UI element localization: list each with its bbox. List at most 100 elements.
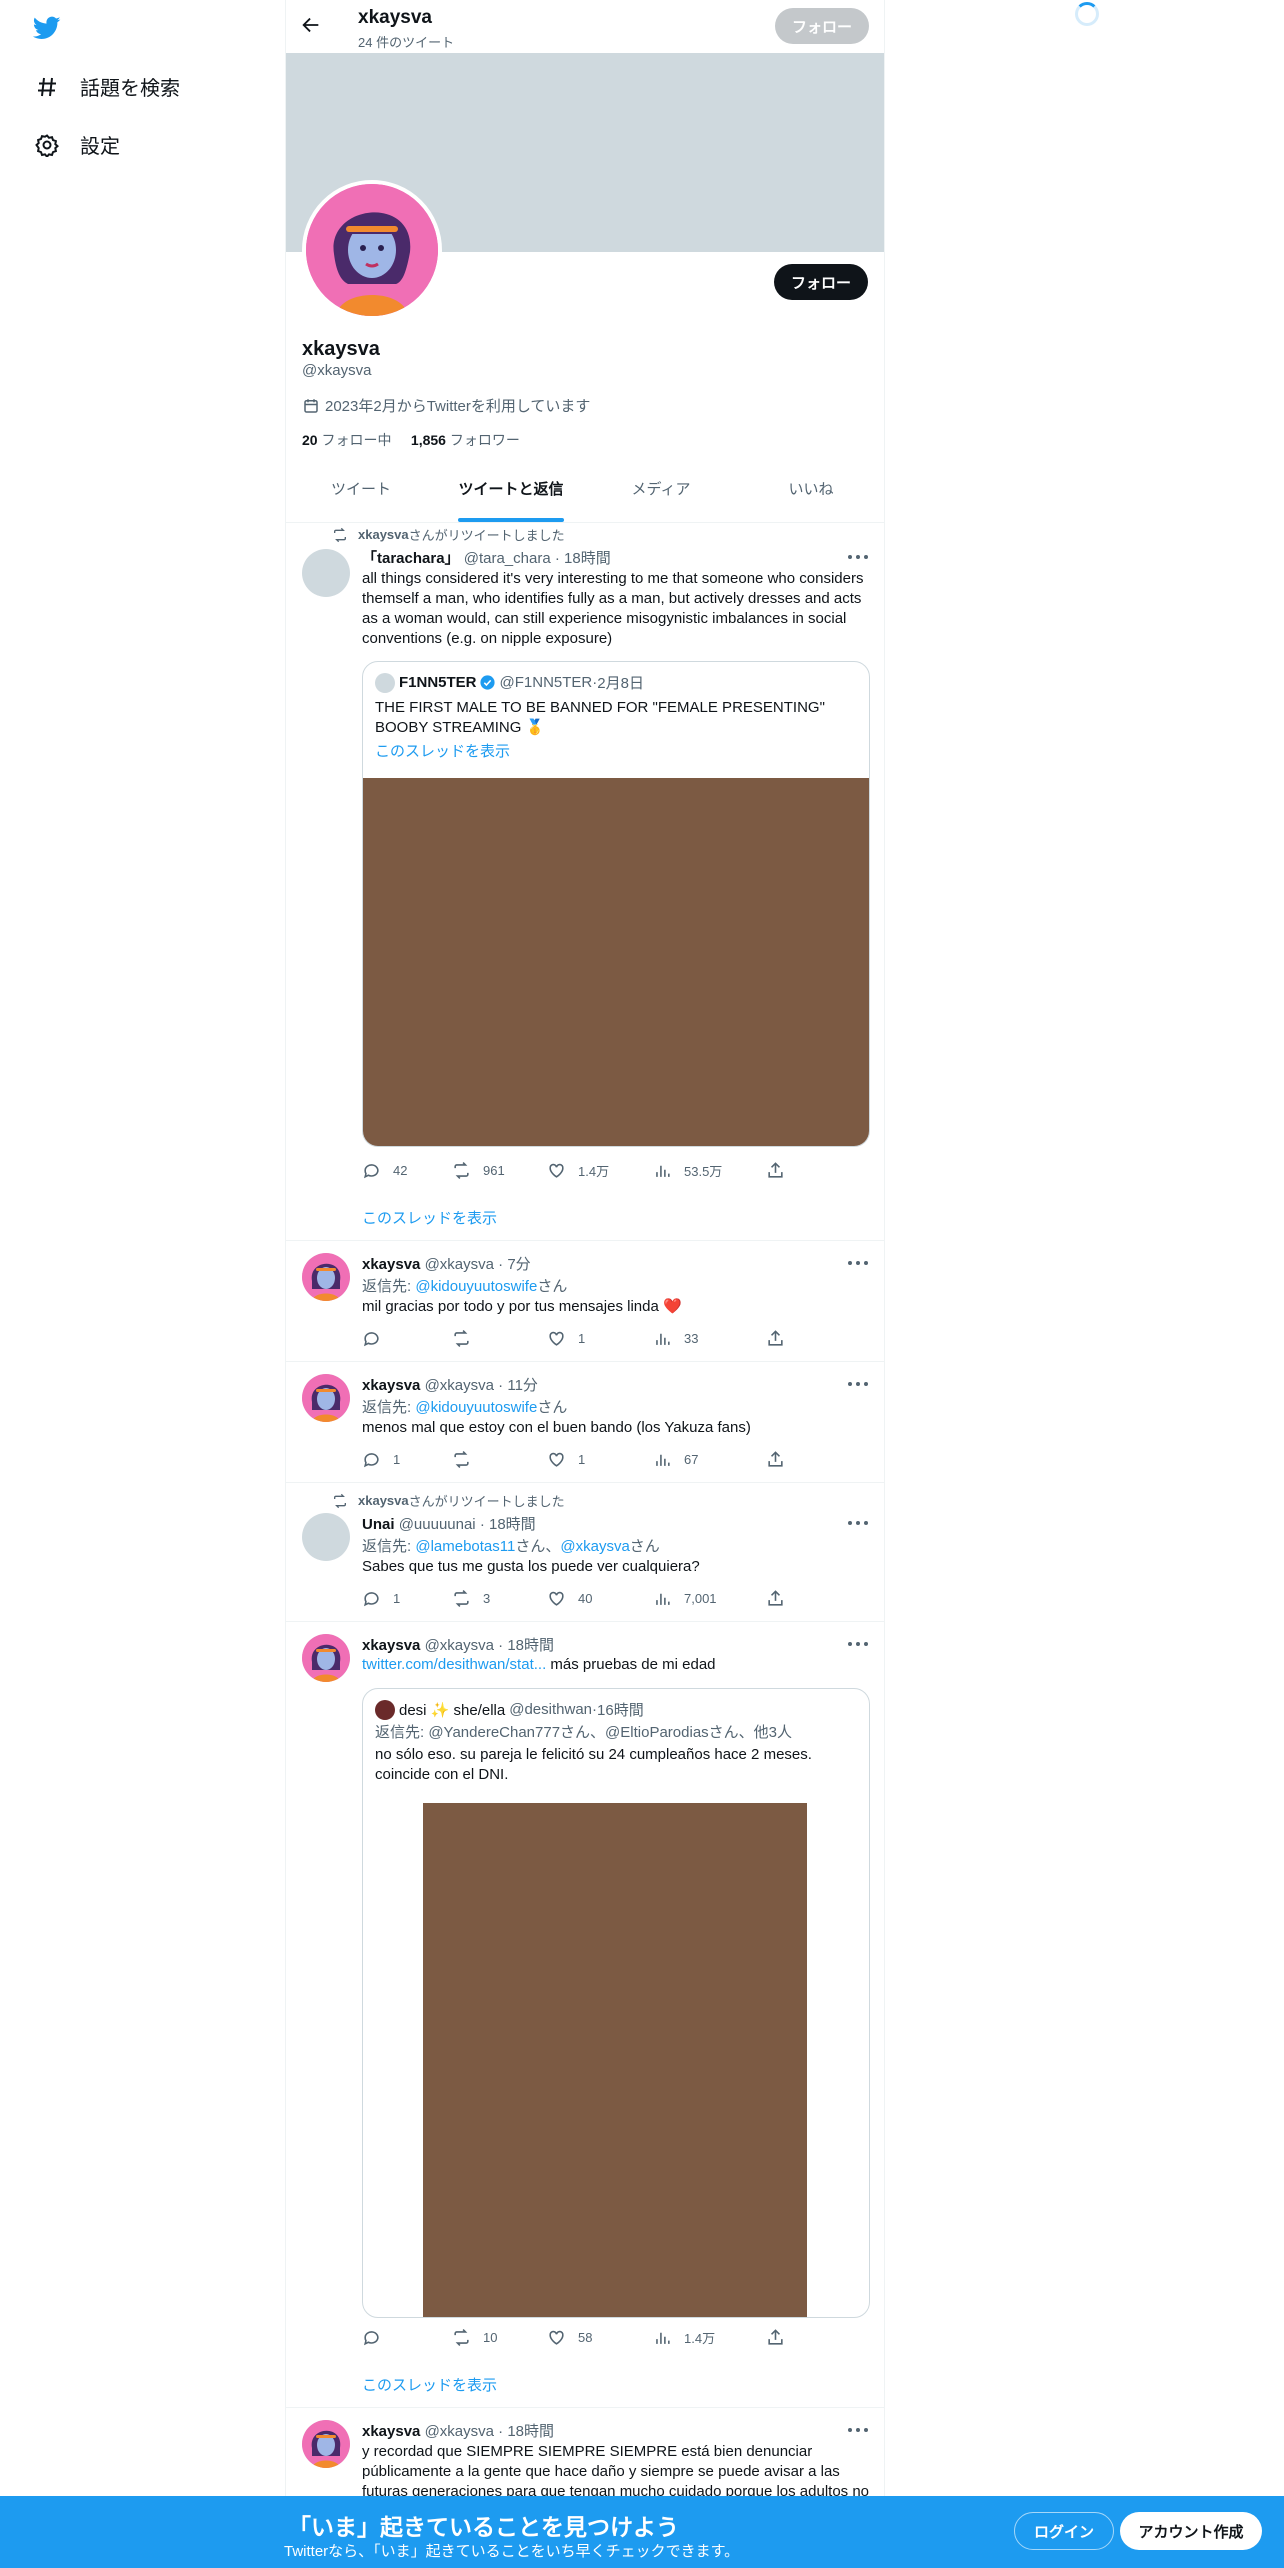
author-name[interactable]: xkaysva bbox=[362, 2423, 420, 2440]
show-thread-link[interactable]: このスレッドを表示 bbox=[362, 1207, 497, 1228]
profile-avatar[interactable] bbox=[302, 180, 442, 320]
reply-context: 返信先: @kidouyuutoswifeさん bbox=[362, 1275, 870, 1296]
tweet[interactable]: xkaysva @xkaysva · 11分 返信先: @kidouyuutos… bbox=[286, 1362, 884, 1483]
author-name[interactable]: xkaysva bbox=[362, 1637, 420, 1654]
tweet-time[interactable]: 18時間 bbox=[489, 1516, 536, 1533]
tweet-time[interactable]: 7分 bbox=[507, 1256, 530, 1273]
tweet[interactable]: xkaysva さんがリツイートしました 「tarachara」 @tara_ch… bbox=[286, 523, 884, 1241]
views-button[interactable]: 7,001 bbox=[653, 1589, 766, 1608]
tweet[interactable]: xkaysva @xkaysva · 18時間 twitter.com/desi… bbox=[286, 1622, 884, 2408]
reply-to-link[interactable]: @kidouyuutoswife bbox=[415, 1399, 537, 1416]
sidebar-item-explore[interactable]: 話題を検索 bbox=[34, 72, 180, 101]
retweet-icon bbox=[454, 1330, 469, 1347]
avatar[interactable] bbox=[302, 1253, 350, 1301]
quoted-tweet[interactable]: desi ✨ she/ella @desithwan · 16時間 返信先: @… bbox=[362, 1688, 870, 2318]
tweet[interactable]: xkaysva さんがリツイートしました Unai @uuuuunai · 18時… bbox=[286, 1483, 884, 1622]
quoted-tweet[interactable]: F1NN5TER @F1NN5TER · 2月8日 THE FIRST MALE… bbox=[362, 661, 870, 1147]
retweet-button[interactable]: 3 bbox=[452, 1589, 547, 1608]
retweet-button[interactable]: 961 bbox=[452, 1161, 547, 1180]
more-icon[interactable] bbox=[848, 2428, 870, 2434]
retweeter-name[interactable]: xkaysva bbox=[358, 527, 409, 542]
author-name[interactable]: 「tarachara」 bbox=[362, 550, 460, 567]
author-handle[interactable]: @xkaysva bbox=[425, 1637, 494, 1654]
tab-tweets[interactable]: ツイート bbox=[286, 470, 436, 522]
avatar[interactable] bbox=[302, 1634, 350, 1682]
like-button[interactable]: 58 bbox=[547, 2328, 653, 2347]
followers-link[interactable]: 1,856 フォロワー bbox=[411, 432, 520, 448]
avatar[interactable] bbox=[302, 2420, 350, 2468]
author-name[interactable]: xkaysva bbox=[362, 1256, 420, 1273]
author-handle[interactable]: @tara_chara bbox=[464, 550, 551, 567]
like-button[interactable]: 40 bbox=[547, 1589, 653, 1608]
author-name[interactable]: Unai bbox=[362, 1516, 395, 1533]
like-count: 58 bbox=[578, 2330, 593, 2345]
header-follow-button[interactable]: フォロー bbox=[775, 8, 869, 44]
share-button[interactable] bbox=[766, 1329, 797, 1348]
retweet-button[interactable] bbox=[452, 1450, 547, 1469]
reply-button[interactable]: 42 bbox=[362, 1161, 452, 1180]
views-button[interactable]: 67 bbox=[653, 1450, 766, 1469]
like-button[interactable]: 1 bbox=[547, 1329, 653, 1348]
share-button[interactable] bbox=[766, 1450, 797, 1469]
author-handle[interactable]: @xkaysva bbox=[425, 1377, 494, 1394]
more-icon[interactable] bbox=[848, 1642, 870, 1648]
reply-button[interactable]: 1 bbox=[362, 1589, 452, 1608]
reply-to-link[interactable]: @lamebotas11 bbox=[415, 1538, 515, 1555]
share-button[interactable] bbox=[766, 2328, 797, 2347]
share-button[interactable] bbox=[766, 1589, 797, 1608]
tweet-actions: 1 3 40 7,001 bbox=[362, 1589, 797, 1608]
views-button[interactable]: 53.5万 bbox=[653, 1161, 766, 1180]
tab-likes[interactable]: いいね bbox=[736, 470, 884, 522]
following-link[interactable]: 20 フォロー中 bbox=[302, 432, 391, 448]
more-icon[interactable] bbox=[848, 1261, 870, 1267]
retweet-icon bbox=[454, 1590, 469, 1607]
views-icon bbox=[656, 1165, 670, 1177]
reply-button[interactable] bbox=[362, 1329, 452, 1348]
login-button[interactable]: ログイン bbox=[1014, 2512, 1114, 2550]
reply-button[interactable]: 1 bbox=[362, 1450, 452, 1469]
profile-follow-button[interactable]: フォロー bbox=[774, 264, 868, 300]
more-icon[interactable] bbox=[848, 1382, 870, 1388]
heart-icon bbox=[549, 1331, 564, 1346]
author-handle[interactable]: @xkaysva bbox=[425, 2423, 494, 2440]
avatar[interactable] bbox=[302, 1513, 350, 1561]
sidebar-item-settings[interactable]: 設定 bbox=[34, 130, 120, 159]
signup-button[interactable]: アカウント作成 bbox=[1120, 2512, 1262, 2550]
reply-count: 1 bbox=[393, 1452, 401, 1467]
retweet-button[interactable] bbox=[452, 1329, 547, 1348]
followers-count: 1,856 bbox=[410, 432, 446, 448]
tab-media[interactable]: メディア bbox=[586, 470, 736, 522]
show-thread-link[interactable]: このスレッドを表示 bbox=[362, 2374, 497, 2395]
share-button[interactable] bbox=[766, 1161, 797, 1180]
more-icon[interactable] bbox=[848, 1521, 870, 1527]
media-image[interactable] bbox=[423, 1803, 807, 2317]
tweet-time[interactable]: 18時間 bbox=[507, 2423, 554, 2440]
author-handle[interactable]: @xkaysva bbox=[425, 1256, 494, 1273]
retweet-button[interactable]: 10 bbox=[452, 2328, 547, 2347]
more-icon[interactable] bbox=[848, 555, 870, 561]
author-handle[interactable]: @uuuuunai bbox=[399, 1516, 476, 1533]
main-column: xkaysva 24 件のツイート フォロー フォロー xkaysva @xka… bbox=[285, 0, 885, 2568]
retweeter-name[interactable]: xkaysva bbox=[358, 1493, 409, 1508]
tweet-time[interactable]: 18時間 bbox=[564, 550, 611, 567]
back-arrow-icon[interactable] bbox=[300, 14, 326, 40]
like-button[interactable]: 1 bbox=[547, 1450, 653, 1469]
tweet-link[interactable]: twitter.com/desithwan/stat... bbox=[362, 1656, 546, 1673]
quoted-show-thread-link[interactable]: このスレッドを表示 bbox=[375, 742, 857, 762]
reply-to-link[interactable]: @xkaysva bbox=[560, 1538, 629, 1555]
views-button[interactable]: 33 bbox=[653, 1329, 766, 1348]
avatar[interactable] bbox=[302, 1374, 350, 1422]
twitter-bird-icon[interactable] bbox=[30, 14, 64, 42]
reply-to-link[interactable]: @kidouyuutoswife bbox=[415, 1278, 537, 1295]
views-button[interactable]: 1.4万 bbox=[653, 2328, 766, 2347]
author-name[interactable]: xkaysva bbox=[362, 1377, 420, 1394]
like-button[interactable]: 1.4万 bbox=[547, 1161, 653, 1180]
tweet-time[interactable]: 11分 bbox=[507, 1377, 538, 1394]
tweet[interactable]: xkaysva @xkaysva · 7分 返信先: @kidouyuutosw… bbox=[286, 1241, 884, 1362]
reply-button[interactable] bbox=[362, 2328, 452, 2347]
tweet-text-line: y recordad que SIEMPRE SIEMPRE SIEMPRE e… bbox=[362, 2443, 813, 2460]
avatar[interactable] bbox=[302, 549, 350, 597]
media-image[interactable] bbox=[363, 778, 869, 1146]
tab-tweets-replies[interactable]: ツイートと返信 bbox=[436, 470, 586, 522]
tweet-time[interactable]: 18時間 bbox=[507, 1637, 554, 1654]
